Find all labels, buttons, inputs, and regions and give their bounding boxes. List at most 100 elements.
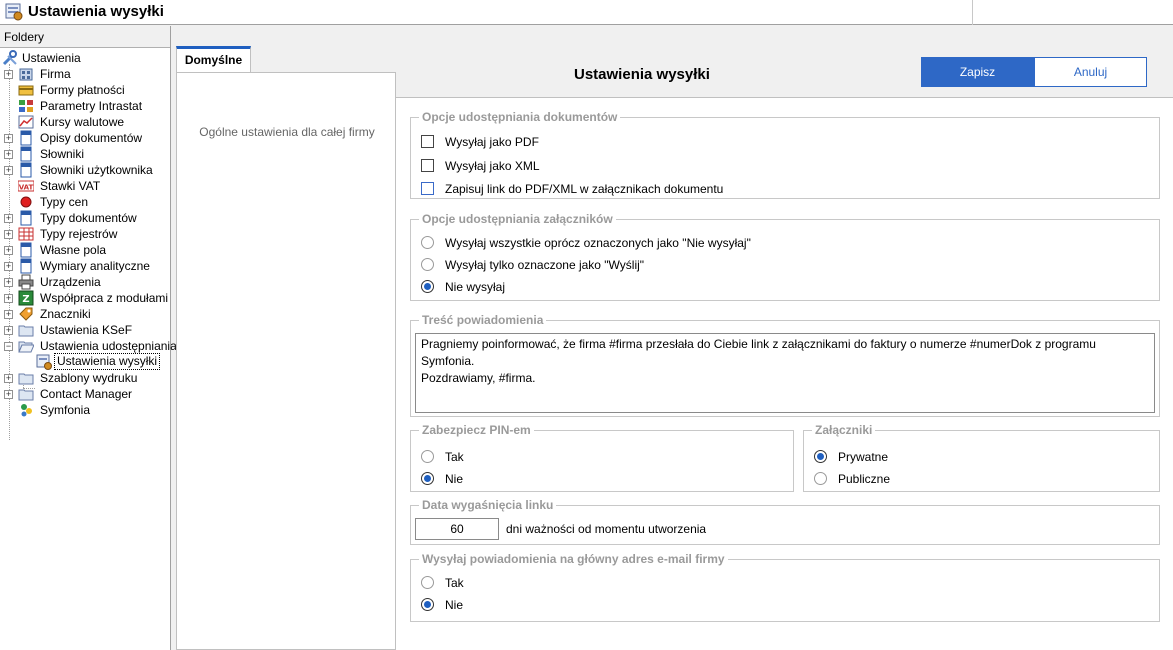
expand-icon[interactable]: + bbox=[4, 278, 13, 287]
notification-textarea[interactable]: Pragniemy poinformować, że firma #firma … bbox=[415, 333, 1155, 413]
send-all-except-radio[interactable] bbox=[421, 236, 434, 249]
option-label: Wysyłaj jako PDF bbox=[445, 135, 539, 149]
tree-item-typy-rejestrow[interactable]: + Typy rejestrów bbox=[0, 226, 170, 242]
tree-item-label: Formy płatności bbox=[40, 83, 125, 97]
expand-icon[interactable]: + bbox=[4, 294, 13, 303]
tree-item-wymiary-analityczne[interactable]: + Wymiary analityczne bbox=[0, 258, 170, 274]
notification-line: Pragniemy poinformować, że firma #firma … bbox=[421, 337, 1096, 368]
expand-icon[interactable]: + bbox=[4, 150, 13, 159]
tree-item-label: Ustawienia KSeF bbox=[40, 323, 133, 337]
public-radio[interactable] bbox=[814, 472, 827, 485]
pin-yes-radio[interactable] bbox=[421, 450, 434, 463]
tree-item-znaczniki[interactable]: + Znaczniki bbox=[0, 306, 170, 322]
folders-header: Foldery bbox=[4, 30, 45, 44]
expand-icon[interactable]: + bbox=[4, 246, 13, 255]
user-dictionary-icon bbox=[20, 162, 32, 178]
expand-icon[interactable]: + bbox=[4, 230, 13, 239]
tree-item-ustawienia-ksef[interactable]: + Ustawienia KSeF bbox=[0, 322, 170, 338]
tree-item-label: Wymiary analityczne bbox=[40, 259, 150, 273]
folder-icon bbox=[18, 325, 34, 337]
cancel-button[interactable]: Anuluj bbox=[1034, 57, 1147, 87]
tree-item-typy-cen[interactable]: Typy cen bbox=[0, 194, 170, 210]
tree-item-label: Typy rejestrów bbox=[40, 227, 118, 241]
expand-icon[interactable]: + bbox=[4, 326, 13, 335]
tree-item-ustawienia-wysylki[interactable]: Ustawienia wysyłki bbox=[0, 353, 170, 370]
tree-item-label: Stawki VAT bbox=[40, 179, 101, 193]
tree-item-urzadzenia[interactable]: + Urządzenia bbox=[0, 274, 170, 290]
tree-item-label: Własne pola bbox=[40, 243, 107, 257]
tree-item-label: Słowniki bbox=[40, 147, 85, 161]
tree-item-opisy-dokumentow[interactable]: + Opisy dokumentów bbox=[0, 130, 170, 146]
tree-item-ustawienia[interactable]: Ustawienia bbox=[0, 50, 170, 66]
settings-content: Opcje udostępniania dokumentów Wysyłaj j… bbox=[396, 97, 1173, 650]
vat-icon: VAT bbox=[18, 180, 34, 192]
expand-icon[interactable]: + bbox=[4, 70, 13, 79]
tree-item-label: Urządzenia bbox=[40, 275, 101, 289]
folder-icon bbox=[18, 373, 34, 385]
tree-item-slowniki[interactable]: + Słowniki bbox=[0, 146, 170, 162]
main-email-no-radio[interactable] bbox=[421, 598, 434, 611]
tree-item-szablony-wydruku[interactable]: + Szablony wydruku bbox=[0, 370, 170, 386]
tree-item-label: Typy dokumentów bbox=[40, 211, 137, 225]
expand-icon[interactable]: + bbox=[4, 214, 13, 223]
collapse-icon[interactable]: − bbox=[4, 342, 13, 351]
window-title: Ustawienia wysyłki bbox=[28, 3, 164, 20]
option-label: Nie bbox=[445, 598, 464, 612]
tree-item-label: Ustawienia bbox=[22, 51, 81, 65]
printer-icon bbox=[18, 274, 34, 290]
expand-icon[interactable]: + bbox=[4, 390, 13, 399]
private-radio[interactable] bbox=[814, 450, 827, 463]
dictionary-icon bbox=[20, 146, 32, 162]
tree-item-label: Kursy walutowe bbox=[40, 115, 125, 129]
pin-group: Zabezpiecz PIN-em Tak Nie bbox=[410, 423, 794, 492]
do-not-send-radio[interactable] bbox=[421, 280, 434, 293]
group-title: Załączniki bbox=[812, 423, 876, 437]
expiry-days-label: dni ważności od momentu utworzenia bbox=[506, 522, 707, 536]
svg-text:VAT: VAT bbox=[19, 184, 34, 192]
settings-send-icon bbox=[36, 354, 52, 370]
expand-icon[interactable]: + bbox=[4, 262, 13, 271]
send-marked-only-radio[interactable] bbox=[421, 258, 434, 271]
tree-item-kursy-walutowe[interactable]: Kursy walutowe bbox=[0, 114, 170, 130]
tree-item-slowniki-uzytkownika[interactable]: + Słowniki użytkownika bbox=[0, 162, 170, 178]
tree-item-formy-platnosci[interactable]: Formy płatności bbox=[0, 82, 170, 98]
tree-item-firma[interactable]: + Firma bbox=[0, 66, 170, 82]
tree-item-wlasne-pola[interactable]: + Własne pola bbox=[0, 242, 170, 258]
main-email-yes-radio[interactable] bbox=[421, 576, 434, 589]
tree-item-symfonia[interactable]: Symfonia bbox=[0, 402, 170, 418]
send-pdf-checkbox[interactable] bbox=[421, 135, 434, 148]
pin-no-radio[interactable] bbox=[421, 472, 434, 485]
tree-item-wspolpraca-z-modulami[interactable]: + Z Współpraca z modułami bbox=[0, 290, 170, 306]
tree-item-typy-dokumentow[interactable]: + Typy dokumentów bbox=[0, 210, 170, 226]
option-label: Nie bbox=[445, 472, 464, 486]
tree-item-ustawienia-udostepniania[interactable]: − Ustawienia udostępniania bbox=[0, 338, 177, 354]
tree-item-contact-manager[interactable]: + Contact Manager bbox=[0, 386, 170, 402]
notification-group: Treść powiadomienia Pragniemy poinformow… bbox=[410, 313, 1160, 417]
tree-item-label: Typy cen bbox=[40, 195, 89, 209]
option-label: Tak bbox=[445, 450, 464, 464]
group-title: Opcje udostępniania dokumentów bbox=[419, 110, 621, 124]
register-types-icon bbox=[18, 227, 34, 241]
save-link-checkbox[interactable] bbox=[421, 182, 434, 195]
symfonia-icon bbox=[21, 404, 32, 417]
save-button[interactable]: Zapisz bbox=[921, 57, 1034, 87]
analytics-icon bbox=[20, 258, 32, 274]
tags-icon bbox=[19, 307, 33, 321]
building-icon bbox=[19, 68, 33, 81]
expiry-days-input[interactable]: 60 bbox=[415, 518, 499, 540]
title-bar: Ustawienia wysyłki bbox=[0, 0, 1173, 25]
option-label: Wysyłaj jako XML bbox=[445, 159, 540, 173]
expand-icon[interactable]: + bbox=[4, 310, 13, 319]
tab-domyslne[interactable]: Domyślne bbox=[176, 46, 251, 73]
tree-item-parametry-intrastat[interactable]: Parametry Intrastat bbox=[0, 98, 170, 114]
expand-icon[interactable]: + bbox=[4, 374, 13, 383]
tree-item-stawki-vat[interactable]: VAT Stawki VAT bbox=[0, 178, 170, 194]
price-type-icon bbox=[20, 196, 32, 208]
send-xml-checkbox[interactable] bbox=[421, 159, 434, 172]
folders-tree[interactable]: Ustawienia + Firma Formy płatności Param… bbox=[0, 47, 177, 650]
tree-item-label: Ustawienia udostępniania bbox=[40, 339, 177, 353]
svg-text:Z: Z bbox=[22, 294, 29, 305]
tree-item-label: Ustawienia wysyłki bbox=[54, 353, 161, 370]
expand-icon[interactable]: + bbox=[4, 134, 13, 143]
expand-icon[interactable]: + bbox=[4, 166, 13, 175]
